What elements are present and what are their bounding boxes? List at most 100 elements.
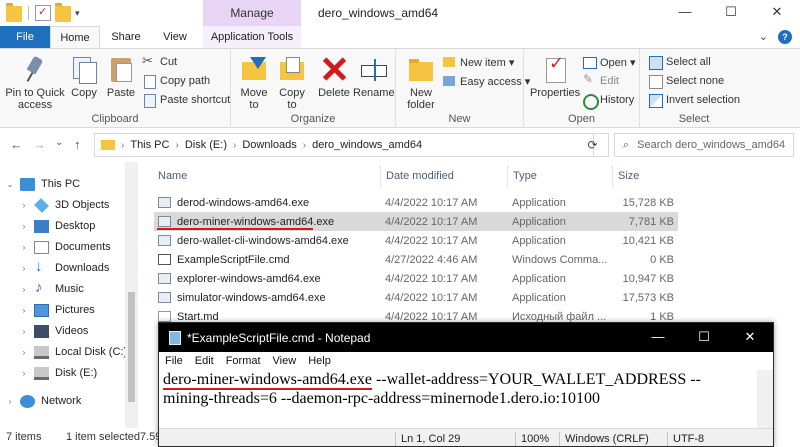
nav-item-documents[interactable]: › Documents <box>20 237 111 257</box>
up-button[interactable]: ↑ <box>74 137 81 152</box>
expand-chevron-icon[interactable]: › <box>20 348 28 357</box>
notepad-scrollbar[interactable] <box>757 370 773 428</box>
nav-pane-scrollbar-thumb[interactable] <box>128 292 135 402</box>
close-button[interactable]: ✕ <box>754 0 800 26</box>
column-header-size[interactable]: Size <box>618 170 639 182</box>
nav-item-pictures[interactable]: › Pictures <box>20 300 95 320</box>
notepad-close-button[interactable]: ✕ <box>727 323 773 352</box>
quick-access-toolbar: ▾ <box>6 3 80 22</box>
notepad-maximize-button[interactable]: ☐ <box>681 323 727 352</box>
paste-button[interactable]: Paste <box>104 55 138 99</box>
qat-dropdown-icon[interactable]: ▾ <box>75 8 80 19</box>
tab-view[interactable]: View <box>150 26 200 48</box>
search-box[interactable]: ⌕ Search dero_windows_amd64 <box>614 133 794 157</box>
file-row[interactable]: explorer-windows-amd64.exe 4/4/2022 10:1… <box>154 269 678 288</box>
back-button[interactable]: ← <box>10 137 23 152</box>
expand-chevron-icon[interactable]: › <box>20 243 28 252</box>
menu-file[interactable]: File <box>165 355 183 367</box>
select-all-button[interactable]: Select all <box>648 53 711 71</box>
copy-button[interactable]: Copy <box>66 55 102 99</box>
menu-view[interactable]: View <box>273 355 297 367</box>
nav-item-disk-e[interactable]: › Disk (E:) <box>20 363 97 383</box>
delete-button[interactable]: Delete <box>315 55 353 99</box>
breadcrumb-current-folder[interactable]: dero_windows_amd64 <box>312 139 422 151</box>
file-row[interactable]: simulator-windows-amd64.exe 4/4/2022 10:… <box>154 288 678 307</box>
expand-chevron-icon[interactable]: › <box>20 285 28 294</box>
notepad-text-area[interactable]: dero-miner-windows-amd64.exe --wallet-ad… <box>159 370 759 426</box>
menu-edit[interactable]: Edit <box>195 355 214 367</box>
expand-chevron-icon[interactable]: › <box>6 397 14 406</box>
notepad-minimize-button[interactable]: — <box>635 323 681 352</box>
expand-chevron-icon[interactable]: › <box>20 264 28 273</box>
properties-qat-icon[interactable] <box>35 5 51 21</box>
history-button[interactable]: History <box>582 91 634 110</box>
refresh-button[interactable]: ⟳ <box>577 133 609 157</box>
file-row[interactable]: ExampleScriptFile.cmd 4/27/2022 4:46 AM … <box>154 250 678 269</box>
nav-item-videos[interactable]: › Videos <box>20 321 88 341</box>
expand-chevron-icon[interactable]: › <box>20 222 28 231</box>
breadcrumb-downloads[interactable]: Downloads <box>242 139 296 151</box>
breadcrumb-separator-icon[interactable]: › <box>175 140 178 151</box>
nav-item-desktop[interactable]: › Desktop <box>20 216 95 236</box>
minimize-button[interactable]: — <box>662 0 708 26</box>
invert-selection-button[interactable]: Invert selection <box>648 91 740 109</box>
manage-context-tab[interactable]: Manage <box>203 0 301 26</box>
select-none-button[interactable]: Select none <box>648 72 724 90</box>
column-header-name[interactable]: Name <box>158 170 187 182</box>
text-line-1-rest: --wallet-address=YOUR_WALLET_ADDRESS -- <box>371 371 701 388</box>
menu-format[interactable]: Format <box>226 355 261 367</box>
copy-path-button[interactable]: Copy path <box>142 72 210 90</box>
tab-share[interactable]: Share <box>104 26 148 48</box>
expand-chevron-icon[interactable]: › <box>20 369 28 378</box>
copy-to-button[interactable]: Copy to <box>275 55 309 111</box>
expand-chevron-icon[interactable]: › <box>20 306 28 315</box>
expand-chevron-icon[interactable]: › <box>20 201 28 210</box>
nav-item-3d-objects[interactable]: › 3D Objects <box>20 195 109 215</box>
collapse-chevron-icon[interactable]: ⌄ <box>6 180 14 189</box>
tab-file[interactable]: File <box>0 26 50 48</box>
properties-button[interactable]: Properties <box>530 55 580 99</box>
new-folder-qat-icon[interactable] <box>55 3 71 22</box>
new-item-button[interactable]: New item ▾ <box>442 53 514 71</box>
paste-shortcut-button[interactable]: Paste shortcut <box>142 91 230 109</box>
tab-home[interactable]: Home <box>50 26 100 48</box>
network-icon <box>20 394 35 408</box>
md-icon <box>158 311 171 322</box>
breadcrumb-disk-e[interactable]: Disk (E:) <box>185 139 227 151</box>
expand-chevron-icon[interactable]: › <box>20 327 28 336</box>
nav-item-downloads[interactable]: › Downloads <box>20 258 110 278</box>
pin-to-quick-access-button[interactable]: Pin to Quick access <box>4 55 66 111</box>
recent-locations-button[interactable]: ⌄ <box>55 137 63 148</box>
maximize-button[interactable]: ☐ <box>708 0 754 26</box>
rename-button[interactable]: Rename <box>353 55 395 99</box>
column-header-type[interactable]: Type <box>513 170 537 182</box>
breadcrumb-separator-icon[interactable]: › <box>121 140 124 151</box>
column-divider[interactable] <box>507 166 508 188</box>
move-to-button[interactable]: Move to <box>237 55 271 111</box>
nav-item-network[interactable]: › Network <box>6 391 81 411</box>
breadcrumb-this-pc[interactable]: This PC <box>130 139 169 151</box>
easy-access-button[interactable]: Easy access ▾ <box>442 72 530 90</box>
nav-item-this-pc[interactable]: ⌄ This PC <box>6 174 80 194</box>
help-icon[interactable]: ? <box>778 30 792 44</box>
tab-application-tools[interactable]: Application Tools <box>203 26 301 48</box>
menu-help[interactable]: Help <box>308 355 331 367</box>
ribbon-collapse-icon[interactable]: ⌄ <box>759 30 768 44</box>
file-row[interactable]: derod-windows-amd64.exe 4/4/2022 10:17 A… <box>154 193 678 212</box>
cut-button[interactable]: Cut <box>142 53 177 71</box>
column-divider[interactable] <box>612 166 613 188</box>
address-field[interactable]: › This PC › Disk (E:) › Downloads › dero… <box>94 133 594 157</box>
column-divider[interactable] <box>380 166 381 188</box>
nav-item-music[interactable]: › Music <box>20 279 84 299</box>
breadcrumb-separator-icon[interactable]: › <box>233 140 236 151</box>
forward-button[interactable]: → <box>33 137 46 152</box>
open-button[interactable]: Open ▾ <box>582 53 636 71</box>
nav-item-local-disk-c[interactable]: › Local Disk (C:) <box>20 342 127 362</box>
breadcrumb-separator-icon[interactable]: › <box>303 140 306 151</box>
file-row[interactable]: dero-wallet-cli-windows-amd64.exe 4/4/20… <box>154 231 678 250</box>
new-folder-button[interactable]: New folder <box>404 55 438 111</box>
nav-pane-scrollbar[interactable] <box>125 162 138 428</box>
edit-button[interactable]: Edit <box>582 72 619 90</box>
column-header-date-modified[interactable]: Date modified <box>386 170 454 182</box>
notepad-title-bar[interactable]: *ExampleScriptFile.cmd - Notepad — ☐ ✕ <box>159 323 773 352</box>
